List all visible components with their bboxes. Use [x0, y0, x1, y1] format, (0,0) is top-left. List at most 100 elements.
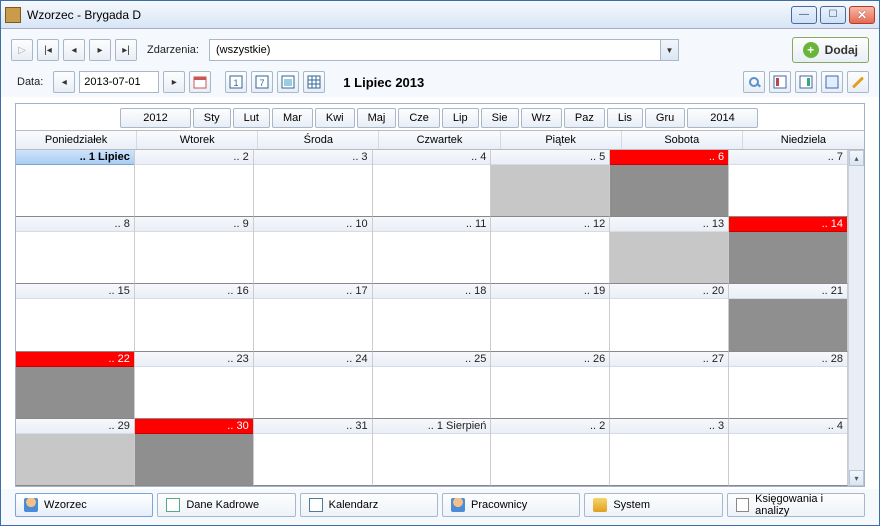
add-button-label: Dodaj — [825, 43, 858, 57]
filter-icon — [773, 75, 787, 89]
first-button[interactable]: |◂ — [37, 39, 59, 61]
calendar-cell[interactable]: .. 22 — [16, 352, 135, 419]
calendar-cell[interactable]: .. 19 — [491, 284, 610, 351]
calendar-cell[interactable]: .. 6 — [610, 150, 729, 217]
calendar-cell[interactable]: .. 13 — [610, 217, 729, 284]
cell-date-label: .. 26 — [491, 352, 609, 367]
cell-date-label: .. 5 — [491, 150, 609, 165]
month-sie[interactable]: Sie — [481, 108, 519, 128]
cell-date-label: .. 22 — [16, 352, 134, 367]
calendar-cell[interactable]: .. 30 — [135, 419, 254, 486]
plus-icon: + — [803, 42, 819, 58]
tool-edit-button[interactable] — [847, 71, 869, 93]
month-mar[interactable]: Mar — [272, 108, 313, 128]
calendar-cell[interactable]: .. 1 Lipiec — [16, 150, 135, 217]
month-sty[interactable]: Sty — [193, 108, 231, 128]
calendar-cell[interactable]: .. 31 — [254, 419, 373, 486]
calendar-cell[interactable]: .. 8 — [16, 217, 135, 284]
month-wrz[interactable]: Wrz — [521, 108, 562, 128]
calendar-cell[interactable]: .. 27 — [610, 352, 729, 419]
maximize-button[interactable]: ☐ — [820, 6, 846, 24]
calendar-cell[interactable]: .. 1 Sierpień — [373, 419, 492, 486]
cell-body — [610, 434, 728, 485]
date-prev-button[interactable]: ◂ — [53, 71, 75, 93]
calendar-cell[interactable]: .. 9 — [135, 217, 254, 284]
last-button[interactable]: ▸| — [115, 39, 137, 61]
calendar-cell[interactable]: .. 23 — [135, 352, 254, 419]
minimize-button[interactable]: — — [791, 6, 817, 24]
view-month-button[interactable] — [303, 71, 325, 93]
calendar-grid: .. 1 Lipiec.. 2.. 3.. 4.. 5.. 6.. 7.. 8.… — [16, 150, 848, 486]
prev-year-button[interactable]: 2012 — [120, 108, 190, 128]
month-lip[interactable]: Lip — [442, 108, 479, 128]
tab-ksiegowania[interactable]: Księgowania i analizy — [727, 493, 865, 517]
month-cze[interactable]: Cze — [398, 108, 440, 128]
month-kwi[interactable]: Kwi — [315, 108, 355, 128]
calendar-cell[interactable]: .. 10 — [254, 217, 373, 284]
month-paz[interactable]: Paz — [564, 108, 605, 128]
calendar-picker-button[interactable] — [189, 71, 211, 93]
cell-body — [491, 232, 609, 283]
events-filter-combo[interactable]: (wszystkie) ▼ — [209, 39, 679, 61]
tool-export-button[interactable] — [795, 71, 817, 93]
calendar-cell[interactable]: .. 20 — [610, 284, 729, 351]
last-icon: ▸| — [122, 45, 130, 56]
calendar-cell[interactable]: .. 11 — [373, 217, 492, 284]
calendar-cell[interactable]: .. 4 — [373, 150, 492, 217]
calendar-cell[interactable]: .. 18 — [373, 284, 492, 351]
view-day-button[interactable]: 1 — [225, 71, 247, 93]
calendar-cell[interactable]: .. 4 — [729, 419, 848, 486]
calendar-cell[interactable]: .. 3 — [254, 150, 373, 217]
calendar-cell[interactable]: .. 5 — [491, 150, 610, 217]
tab-kalendarz[interactable]: Kalendarz — [300, 493, 438, 517]
cell-body — [135, 165, 253, 216]
next-year-button[interactable]: 2014 — [687, 108, 757, 128]
first-icon: |◂ — [44, 45, 52, 56]
next-button[interactable]: ▸ — [89, 39, 111, 61]
tool-grid-button[interactable] — [821, 71, 843, 93]
prev-button[interactable]: ◂ — [63, 39, 85, 61]
view-workweek-button[interactable] — [277, 71, 299, 93]
calendar-cell[interactable]: .. 14 — [729, 217, 848, 284]
calendar-cell[interactable]: .. 25 — [373, 352, 492, 419]
calendar-cell[interactable]: .. 2 — [135, 150, 254, 217]
tab-system[interactable]: System — [584, 493, 722, 517]
weekday-sat: Sobota — [622, 131, 743, 149]
calendar-cell[interactable]: .. 28 — [729, 352, 848, 419]
calendar-cell[interactable]: .. 16 — [135, 284, 254, 351]
next-icon: ▸ — [97, 45, 102, 56]
cell-date-label: .. 3 — [254, 150, 372, 165]
calendar-cell[interactable]: .. 17 — [254, 284, 373, 351]
tab-pracownicy[interactable]: Pracownicy — [442, 493, 580, 517]
calendar-cell[interactable]: .. 29 — [16, 419, 135, 486]
cell-body — [254, 434, 372, 485]
month-gru[interactable]: Gru — [645, 108, 685, 128]
calendar-cell[interactable]: .. 2 — [491, 419, 610, 486]
search-button[interactable] — [743, 71, 765, 93]
bottom-tabs: Wzorzec Dane Kadrowe Kalendarz Pracownic… — [1, 489, 879, 525]
calendar-cell[interactable]: .. 15 — [16, 284, 135, 351]
tab-dane-label: Dane Kadrowe — [186, 499, 259, 511]
vertical-scrollbar[interactable]: ▴ ▾ — [848, 150, 864, 486]
view-week-button[interactable]: 7 — [251, 71, 273, 93]
date-next-button[interactable]: ▸ — [163, 71, 185, 93]
calendar-cell[interactable]: .. 3 — [610, 419, 729, 486]
cell-body — [610, 232, 728, 283]
calendar-cell[interactable]: .. 26 — [491, 352, 610, 419]
events-filter-value: (wszystkie) — [216, 44, 270, 56]
calendar-cell[interactable]: .. 21 — [729, 284, 848, 351]
tool-filter-button[interactable] — [769, 71, 791, 93]
date-input[interactable]: 2013-07-01 — [79, 71, 159, 93]
calendar-cell[interactable]: .. 7 — [729, 150, 848, 217]
tab-wzorzec[interactable]: Wzorzec — [15, 493, 153, 517]
month-maj[interactable]: Maj — [357, 108, 397, 128]
close-button[interactable]: ✕ — [849, 6, 875, 24]
add-button[interactable]: + Dodaj — [792, 37, 869, 63]
cell-date-label: .. 17 — [254, 284, 372, 299]
month-lut[interactable]: Lut — [233, 108, 270, 128]
calendar-cell[interactable]: .. 24 — [254, 352, 373, 419]
tab-dane-kadrowe[interactable]: Dane Kadrowe — [157, 493, 295, 517]
calendar-cell[interactable]: .. 12 — [491, 217, 610, 284]
month-lis[interactable]: Lis — [607, 108, 643, 128]
play-button[interactable]: ▷ — [11, 39, 33, 61]
